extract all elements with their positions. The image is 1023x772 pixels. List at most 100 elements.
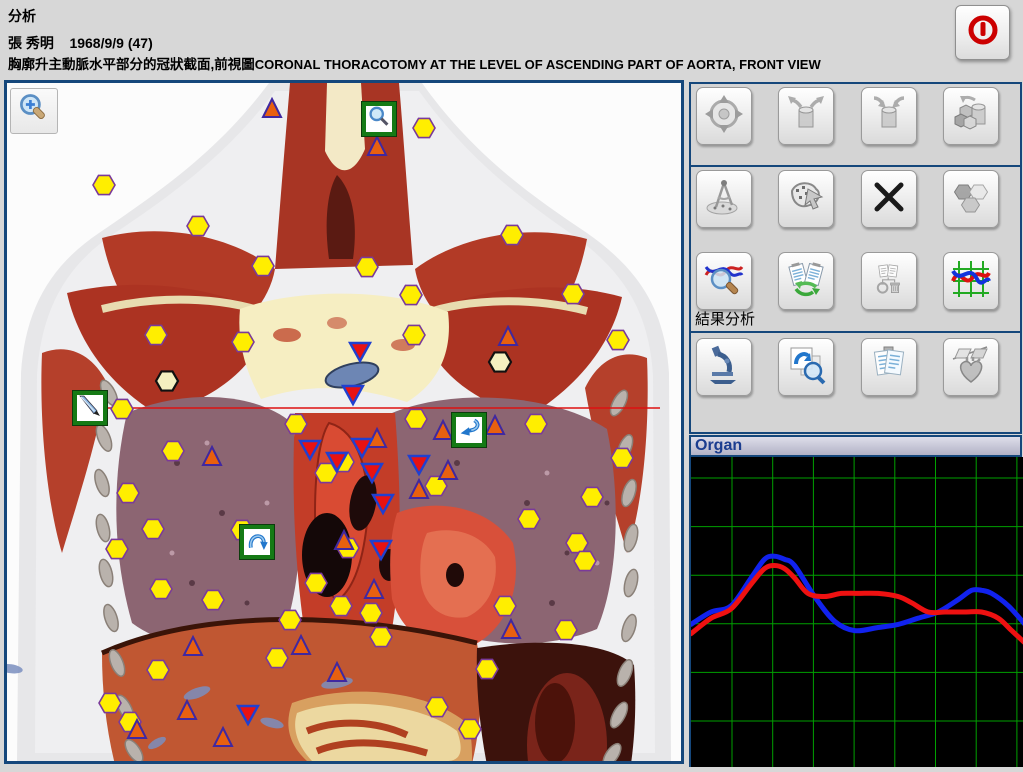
cancel-x-button[interactable] xyxy=(861,170,917,228)
compare-zoom-button[interactable] xyxy=(778,338,834,396)
heart-map-icon xyxy=(951,345,991,390)
yellow-hex-marker[interactable] xyxy=(99,693,121,712)
triangle-up-marker[interactable] xyxy=(499,327,517,345)
orientation-reticle-button[interactable] xyxy=(696,87,752,145)
organ-panel-header: Organ xyxy=(689,435,1022,457)
triangle-down-marker[interactable] xyxy=(300,441,320,459)
triangle-up-marker[interactable] xyxy=(263,99,281,117)
triangle-down-marker[interactable] xyxy=(350,343,370,361)
yellow-hex-marker[interactable] xyxy=(413,118,435,137)
yellow-hex-marker[interactable] xyxy=(562,284,584,303)
container-export-button[interactable] xyxy=(778,87,834,145)
yellow-hex-marker[interactable] xyxy=(370,627,392,646)
triangle-up-marker[interactable] xyxy=(410,480,428,498)
triangle-up-marker[interactable] xyxy=(292,636,310,654)
yellow-hex-marker[interactable] xyxy=(611,448,633,467)
cream-hex-marker[interactable] xyxy=(489,352,511,371)
yellow-hex-marker[interactable] xyxy=(581,487,603,506)
cream-hex-marker[interactable] xyxy=(156,371,178,390)
hex-cells-icon xyxy=(951,177,991,222)
yellow-hex-marker[interactable] xyxy=(145,325,167,344)
yellow-hex-marker[interactable] xyxy=(400,285,422,304)
triangle-down-marker[interactable] xyxy=(371,541,391,559)
yellow-hex-marker[interactable] xyxy=(202,590,224,609)
section-title-en: CORONAL THORACOTOMY AT THE LEVEL OF ASCE… xyxy=(255,57,821,72)
triangle-up-marker[interactable] xyxy=(214,728,232,746)
yellow-hex-marker[interactable] xyxy=(405,409,427,428)
archive-trash-button[interactable] xyxy=(861,252,917,310)
yellow-hex-marker[interactable] xyxy=(494,596,516,615)
yellow-hex-marker[interactable] xyxy=(525,414,547,433)
measure-compass-button[interactable] xyxy=(696,170,752,228)
container-cells-button[interactable] xyxy=(943,87,999,145)
yellow-hex-marker[interactable] xyxy=(426,697,448,716)
triangle-up-marker[interactable] xyxy=(203,447,221,465)
scalpel-icon xyxy=(77,393,103,424)
curve-analysis-button[interactable] xyxy=(696,252,752,310)
compare-records-button[interactable] xyxy=(778,252,834,310)
yellow-hex-marker[interactable] xyxy=(501,225,523,244)
triangle-down-marker[interactable] xyxy=(238,706,258,724)
curl-arrow-overlay-button[interactable] xyxy=(452,413,486,447)
cancel-x-icon xyxy=(869,177,909,222)
triangle-up-marker[interactable] xyxy=(502,620,520,638)
triangle-down-marker[interactable] xyxy=(343,386,363,404)
yellow-hex-marker[interactable] xyxy=(111,399,133,418)
yellow-hex-marker[interactable] xyxy=(232,332,254,351)
yellow-hex-marker[interactable] xyxy=(305,573,327,592)
scalpel-overlay-button[interactable] xyxy=(73,391,107,425)
anatomy-viewer[interactable] xyxy=(4,80,684,764)
yellow-hex-marker[interactable] xyxy=(566,533,588,552)
yellow-hex-marker[interactable] xyxy=(403,325,425,344)
yellow-hex-marker[interactable] xyxy=(150,579,172,598)
triangle-up-marker[interactable] xyxy=(184,637,202,655)
yellow-hex-marker[interactable] xyxy=(356,257,378,276)
yellow-hex-marker[interactable] xyxy=(459,719,481,738)
heart-map-button[interactable] xyxy=(943,338,999,396)
yellow-hex-marker[interactable] xyxy=(285,414,307,433)
yellow-hex-marker[interactable] xyxy=(574,551,596,570)
yellow-hex-marker[interactable] xyxy=(162,441,184,460)
section-title: 胸廓升主動脈水平部分的冠狀截面,前視圖CORONAL THORACOTOMY A… xyxy=(8,53,821,73)
orientation-reticle-icon xyxy=(704,94,744,139)
exit-button[interactable] xyxy=(955,5,1010,60)
triangle-up-marker[interactable] xyxy=(486,416,504,434)
viewer-zoom-button[interactable] xyxy=(10,88,58,134)
toolbar-separator xyxy=(691,165,1020,167)
container-import-button[interactable] xyxy=(861,87,917,145)
yellow-hex-marker[interactable] xyxy=(555,620,577,639)
yellow-hex-marker[interactable] xyxy=(360,603,382,622)
yellow-hex-marker[interactable] xyxy=(279,610,301,629)
area-select-hand-button[interactable] xyxy=(778,170,834,228)
yellow-hex-marker[interactable] xyxy=(93,175,115,194)
yellow-hex-marker[interactable] xyxy=(187,216,209,235)
magnifier-overlay-button[interactable] xyxy=(362,102,396,136)
yellow-hex-marker[interactable] xyxy=(518,509,540,528)
arch-arrow-overlay-button[interactable] xyxy=(240,525,274,559)
yellow-hex-marker[interactable] xyxy=(266,648,288,667)
triangle-up-marker[interactable] xyxy=(368,137,386,155)
organ-chart xyxy=(689,457,1023,767)
triangle-up-marker[interactable] xyxy=(328,663,346,681)
triangle-down-marker[interactable] xyxy=(409,456,429,474)
triangle-down-marker[interactable] xyxy=(373,495,393,513)
triangle-up-marker[interactable] xyxy=(365,580,383,598)
yellow-hex-marker[interactable] xyxy=(476,659,498,678)
triangle-up-marker[interactable] xyxy=(439,461,457,479)
microscope-button[interactable] xyxy=(696,338,752,396)
notes-clipboard-button[interactable] xyxy=(861,338,917,396)
yellow-hex-marker[interactable] xyxy=(117,483,139,502)
triangle-up-marker[interactable] xyxy=(434,421,452,439)
wave-graph-button[interactable] xyxy=(943,252,999,310)
yellow-hex-marker[interactable] xyxy=(106,539,128,558)
yellow-hex-marker[interactable] xyxy=(147,660,169,679)
yellow-hex-marker[interactable] xyxy=(252,256,274,275)
yellow-hex-marker[interactable] xyxy=(330,596,352,615)
hex-cells-button[interactable] xyxy=(943,170,999,228)
archive-trash-icon xyxy=(873,263,905,300)
triangle-down-marker[interactable] xyxy=(362,464,382,482)
triangle-up-marker[interactable] xyxy=(178,701,196,719)
compare-records-icon xyxy=(786,259,826,304)
yellow-hex-marker[interactable] xyxy=(142,519,164,538)
yellow-hex-marker[interactable] xyxy=(607,330,629,349)
